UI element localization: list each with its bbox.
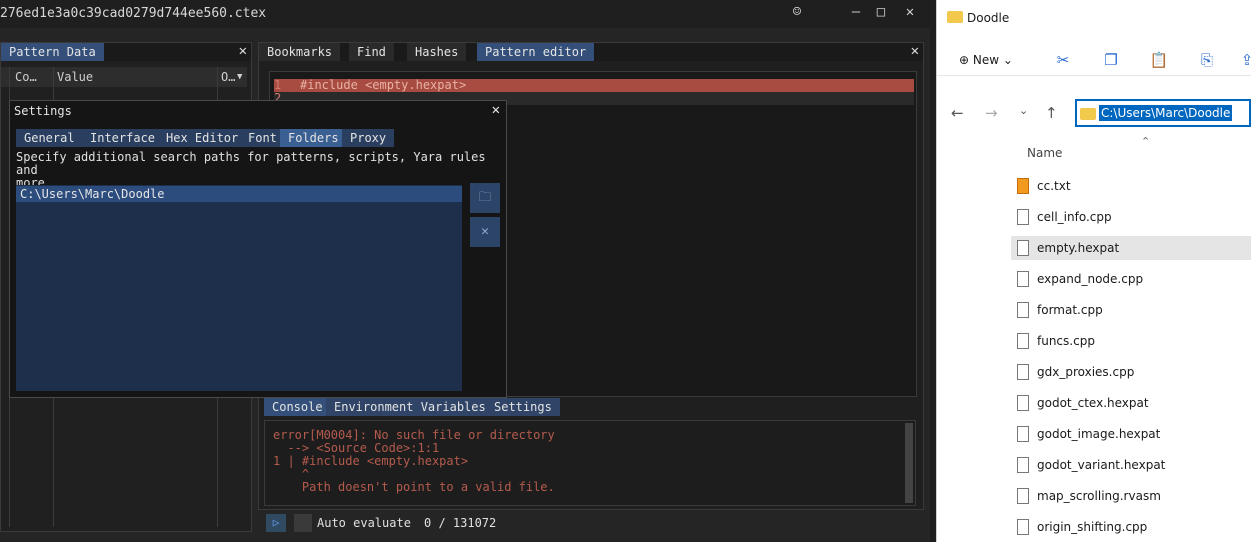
list-item[interactable]: cc.txt bbox=[1011, 174, 1251, 198]
sublime-icon bbox=[1017, 178, 1029, 194]
file-icon bbox=[1017, 364, 1029, 380]
settings-dialog: Settings ✕ General Interface Hex Editor … bbox=[9, 100, 507, 398]
file-icon bbox=[1017, 395, 1029, 411]
title-bar: 276ed1e3a0c39cad0279d744ee560.ctex ☺ – □… bbox=[0, 0, 930, 28]
file-icon bbox=[1017, 426, 1029, 442]
close-icon[interactable]: ✕ bbox=[911, 43, 919, 59]
remove-folder-button[interactable]: ✕ bbox=[470, 217, 500, 247]
smiley-icon[interactable]: ☺ bbox=[787, 4, 807, 20]
address-bar[interactable]: C:\Users\Marc\Doodle bbox=[1075, 99, 1251, 127]
imhex-window: 276ed1e3a0c39cad0279d744ee560.ctex ☺ – □… bbox=[0, 0, 930, 542]
tab-general[interactable]: General bbox=[16, 129, 83, 147]
byte-counter: 0 / 131072 bbox=[424, 516, 497, 530]
editor-line: 1 #include <empty.hexpat> bbox=[274, 79, 914, 92]
column-header-value[interactable]: Value bbox=[57, 67, 93, 87]
navigation-pane[interactable] bbox=[937, 140, 995, 542]
folder-icon bbox=[1080, 108, 1096, 120]
navigation-row: ← → ⌄ ↑ C:\Users\Marc\Doodle bbox=[937, 96, 1251, 130]
chevron-down-icon[interactable]: ⌄ bbox=[1019, 104, 1028, 117]
close-button[interactable]: ✕ bbox=[900, 4, 920, 20]
tab-pattern-data[interactable]: Pattern Data bbox=[1, 43, 104, 61]
tab-folders[interactable]: Folders bbox=[280, 129, 347, 147]
tab-find[interactable]: Find bbox=[349, 43, 394, 61]
file-icon bbox=[1017, 240, 1029, 256]
cut-icon[interactable]: ✂ bbox=[1053, 50, 1073, 70]
column-header-name[interactable]: Name bbox=[1027, 146, 1062, 160]
minimize-button[interactable]: – bbox=[846, 4, 866, 20]
plus-icon: ⊕ bbox=[959, 53, 970, 67]
tab-environment-variables[interactable]: Environment Variables bbox=[326, 398, 494, 416]
add-folder-button[interactable]: 🗀 bbox=[470, 183, 500, 213]
console-line: Path doesn't point to a valid file. bbox=[273, 480, 555, 494]
search-path-list[interactable]: C:\Users\Marc\Doodle bbox=[16, 185, 462, 391]
explorer-toolbar: ⊕ New ⌄ ✂ ❐ 📋 ⎘ ⇪ bbox=[937, 44, 1251, 76]
back-icon[interactable]: ← bbox=[951, 104, 964, 122]
status-bar: ▷ Auto evaluate 0 / 131072 bbox=[264, 512, 916, 536]
list-item[interactable]: format.cpp bbox=[1011, 298, 1251, 322]
explorer-title: Doodle bbox=[947, 8, 1009, 28]
tab-pattern-editor[interactable]: Pattern editor bbox=[477, 43, 595, 61]
paste-icon[interactable]: 📋 bbox=[1149, 50, 1169, 70]
list-item[interactable]: expand_node.cpp bbox=[1011, 267, 1251, 291]
file-icon bbox=[1017, 519, 1029, 535]
tab-settings[interactable]: Settings bbox=[486, 398, 560, 416]
copy-icon[interactable]: ❐ bbox=[1101, 50, 1121, 70]
auto-evaluate-checkbox[interactable] bbox=[294, 514, 312, 532]
tab-interface[interactable]: Interface bbox=[82, 129, 164, 147]
list-item[interactable]: cell_info.cpp bbox=[1011, 205, 1251, 229]
list-item[interactable]: funcs.cpp bbox=[1011, 329, 1251, 353]
maximize-button[interactable]: □ bbox=[871, 4, 891, 20]
file-icon bbox=[1017, 271, 1029, 287]
share-icon[interactable]: ⇪ bbox=[1237, 50, 1251, 70]
file-icon bbox=[1017, 302, 1029, 318]
tab-font[interactable]: Font bbox=[240, 129, 285, 147]
file-icon bbox=[1017, 209, 1029, 225]
close-icon[interactable]: ✕ bbox=[492, 102, 500, 118]
column-header-color[interactable]: Co… bbox=[15, 67, 37, 87]
list-item[interactable]: gdx_proxies.cpp bbox=[1011, 360, 1251, 384]
file-icon bbox=[1017, 488, 1029, 504]
tab-hashes[interactable]: Hashes bbox=[407, 43, 467, 61]
new-button[interactable]: ⊕ New ⌄ bbox=[959, 50, 1013, 70]
sort-down-icon[interactable]: ▼ bbox=[237, 67, 242, 87]
address-text[interactable]: C:\Users\Marc\Doodle bbox=[1099, 105, 1233, 121]
rename-icon[interactable]: ⎘ bbox=[1197, 50, 1217, 70]
up-icon[interactable]: ↑ bbox=[1045, 104, 1058, 122]
console-output: error[M0004]: No such file or directory … bbox=[264, 420, 916, 506]
list-item[interactable]: empty.hexpat bbox=[1011, 236, 1251, 260]
dialog-title: Settings bbox=[14, 104, 72, 118]
close-icon[interactable]: ✕ bbox=[239, 43, 247, 59]
file-icon bbox=[1017, 457, 1029, 473]
tab-console[interactable]: Console bbox=[264, 398, 331, 416]
file-explorer-window: Doodle ⊕ New ⌄ ✂ ❐ 📋 ⎘ ⇪ ← → ⌄ ↑ C:\User… bbox=[936, 0, 1251, 542]
list-item[interactable]: godot_ctex.hexpat bbox=[1011, 391, 1251, 415]
list-item[interactable]: godot_image.hexpat bbox=[1011, 422, 1251, 446]
play-icon[interactable]: ▷ bbox=[266, 514, 286, 532]
sort-up-icon: ⌃ bbox=[1141, 135, 1151, 148]
list-item[interactable]: C:\Users\Marc\Doodle bbox=[16, 186, 462, 202]
bottom-tabs: Console Environment Variables Settings bbox=[264, 398, 920, 416]
list-item[interactable]: godot_variant.hexpat bbox=[1011, 453, 1251, 477]
tab-hex-editor[interactable]: Hex Editor bbox=[158, 129, 247, 147]
file-icon bbox=[1017, 333, 1029, 349]
list-item[interactable]: origin_shifting.cpp bbox=[1011, 515, 1251, 539]
tab-bookmarks[interactable]: Bookmarks bbox=[259, 43, 341, 61]
window-title: 276ed1e3a0c39cad0279d744ee560.ctex bbox=[0, 6, 267, 21]
scrollbar[interactable] bbox=[905, 423, 913, 503]
pattern-table-header: Co… Value O… ▼ bbox=[1, 67, 247, 87]
list-item[interactable]: map_scrolling.rvasm bbox=[1011, 484, 1251, 508]
forward-icon[interactable]: → bbox=[985, 104, 998, 122]
column-header-offset[interactable]: O… bbox=[221, 67, 235, 87]
folder-icon bbox=[947, 11, 963, 23]
auto-evaluate-label: Auto evaluate bbox=[317, 516, 411, 530]
tab-proxy[interactable]: Proxy bbox=[342, 129, 395, 147]
